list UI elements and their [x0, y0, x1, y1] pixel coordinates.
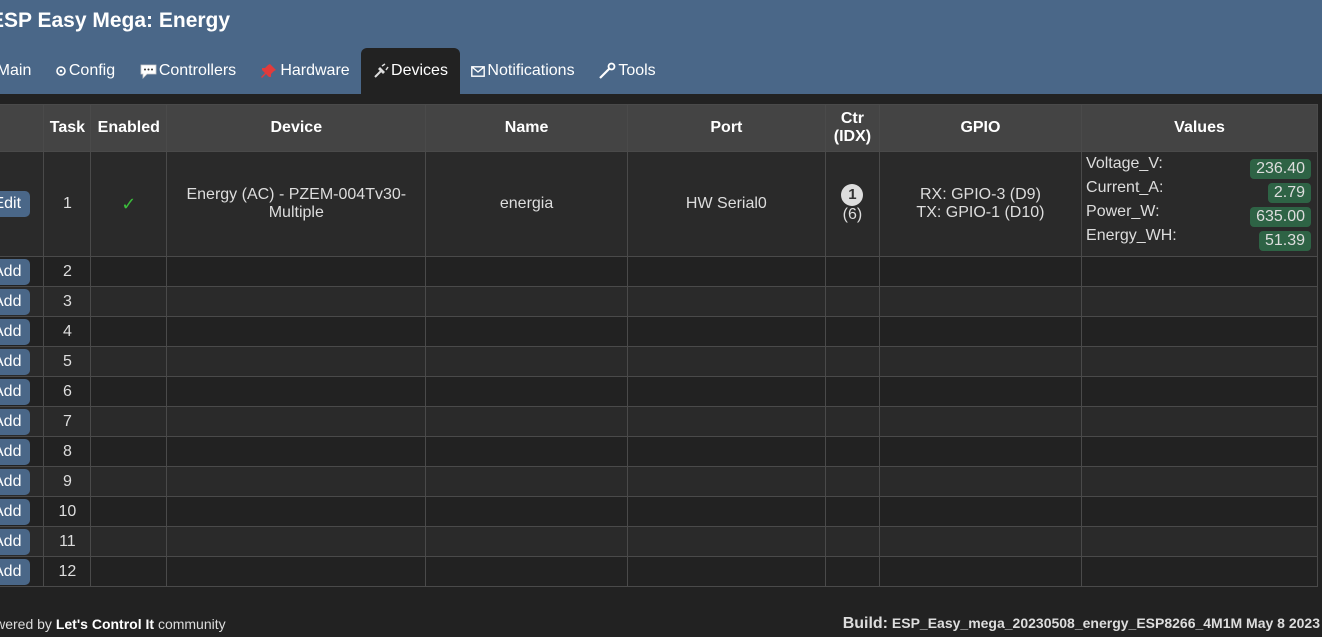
task-number: 10: [43, 496, 92, 527]
table-row: Add 2: [0, 256, 1318, 287]
header-port: Port: [626, 104, 827, 152]
task-number: 1: [43, 151, 92, 257]
header-name: Name: [425, 104, 628, 152]
edit-button[interactable]: Edit: [0, 191, 31, 217]
add-button[interactable]: Add: [0, 348, 31, 375]
header-device: Device: [166, 104, 427, 152]
table-row: Add 7: [0, 406, 1318, 437]
add-button[interactable]: Add: [0, 258, 31, 285]
header-enabled: Enabled: [90, 104, 168, 152]
controller-idx: (6): [842, 206, 863, 223]
task-number: 8: [43, 436, 92, 467]
task-number: 12: [43, 556, 92, 587]
header-values: Values: [1081, 104, 1318, 152]
tab-notifications[interactable]: Notifications: [468, 48, 578, 94]
add-button[interactable]: Add: [0, 288, 31, 315]
table-row: Add 4: [0, 316, 1318, 347]
add-button[interactable]: Add: [0, 498, 31, 525]
header-task: Task: [43, 104, 92, 152]
task-number: 2: [43, 256, 92, 287]
add-button[interactable]: Add: [0, 468, 31, 495]
add-button[interactable]: Add: [0, 408, 31, 435]
gear-icon: [55, 65, 67, 77]
table-row: Add 3: [0, 286, 1318, 317]
task-number: 11: [43, 526, 92, 557]
table-row: Add 12: [0, 556, 1318, 587]
task-number: 7: [43, 406, 92, 437]
wrench-icon: [598, 62, 616, 80]
add-button[interactable]: Add: [0, 528, 31, 555]
table-row: Add 6: [0, 376, 1318, 407]
build-version: ESP_Easy_mega_20230508_energy_ESP8266_4M…: [891, 615, 1320, 631]
table-header-row: Task Enabled Device Name Port Ctr (IDX) …: [0, 104, 1318, 152]
add-button[interactable]: Add: [0, 378, 31, 405]
tab-hardware[interactable]: Hardware: [256, 48, 354, 94]
ctr-cell: 1 (6): [825, 151, 880, 257]
enabled-check-icon: ✓: [121, 193, 137, 214]
device-cell: Energy (AC) - PZEM-004Tv30-Multiple: [166, 151, 427, 257]
pushpin-icon: [260, 62, 278, 80]
value-row: Voltage_V: 236.40: [1082, 152, 1317, 179]
header-action: [0, 104, 45, 152]
tab-main[interactable]: Main: [0, 48, 36, 94]
footer-credits: Powered by Let's Control It community: [0, 616, 226, 632]
value-badge: 51.39: [1258, 231, 1311, 251]
header-ctr-idx: Ctr (IDX): [825, 104, 880, 152]
task-number: 3: [43, 286, 92, 317]
tab-devices[interactable]: Devices: [361, 48, 460, 94]
controller-badge: 1: [841, 184, 864, 206]
value-row: Power_W: 635.00: [1082, 200, 1317, 227]
devices-table: Task Enabled Device Name Port Ctr (IDX) …: [0, 104, 1318, 587]
add-button[interactable]: Add: [0, 558, 31, 585]
community-link[interactable]: Let's Control It: [56, 616, 154, 632]
value-row: Current_A: 2.79: [1082, 176, 1317, 203]
tab-tools[interactable]: Tools: [594, 48, 660, 94]
header: ESP Easy Mega: Energy Main Config Contro…: [0, 0, 1322, 94]
speech-bubble-icon: [140, 64, 157, 79]
footer-build: Build: ESP_Easy_mega_20230508_energy_ESP…: [842, 615, 1320, 632]
page-title: ESP Easy Mega: Energy: [0, 9, 231, 32]
task-number: 5: [43, 346, 92, 377]
tab-controllers[interactable]: Controllers: [134, 48, 242, 94]
add-button[interactable]: Add: [0, 318, 31, 345]
task-number: 6: [43, 376, 92, 407]
task-number: 4: [43, 316, 92, 347]
table-row: Add 9: [0, 466, 1318, 497]
task-number: 9: [43, 466, 92, 497]
plug-icon: [373, 63, 389, 79]
name-cell: energia: [425, 151, 628, 257]
value-row: Energy_WH: 51.39: [1082, 224, 1317, 251]
header-gpio: GPIO: [878, 104, 1083, 152]
table-row: Add 10: [0, 496, 1318, 527]
table-row: Add 8: [0, 436, 1318, 467]
add-button[interactable]: Add: [0, 438, 31, 465]
table-row: Edit 1 ✓ Energy (AC) - PZEM-004Tv30-Mult…: [0, 151, 1318, 257]
port-cell: HW Serial0: [626, 151, 827, 257]
tab-config[interactable]: Config: [50, 48, 120, 94]
table-row: Add 5: [0, 346, 1318, 377]
values-cell: Voltage_V: 236.40 Current_A: 2.79 Power_…: [1081, 151, 1318, 257]
gpio-cell: RX: GPIO-3 (D9) TX: GPIO-1 (D10): [878, 151, 1083, 257]
envelope-icon: [471, 65, 486, 77]
table-row: Add 11: [0, 526, 1318, 557]
